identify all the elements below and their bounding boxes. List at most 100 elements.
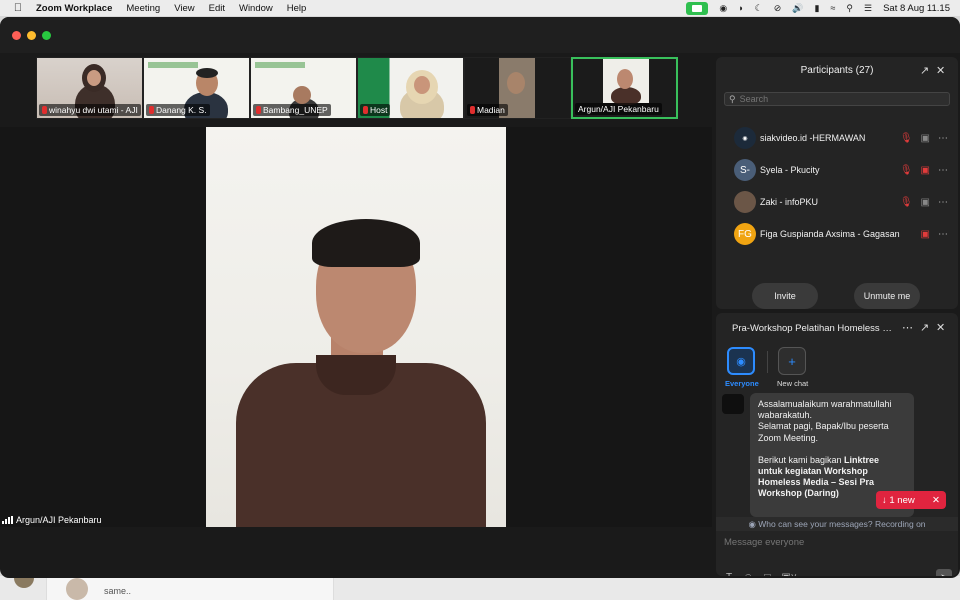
avatar: ◉: [734, 127, 756, 149]
new-messages-button[interactable]: ↓ 1 new ✕: [876, 491, 946, 509]
participant-thumbnail[interactable]: winahyu dwi utami - AJI: [36, 57, 143, 119]
participant-row[interactable]: Zaki - infoPKU 🎙 ▣ ⋯: [734, 190, 954, 214]
screenshot-icon[interactable]: ▣˅: [781, 572, 796, 576]
participant-row[interactable]: S- Syela - Pkucity 🎙 ▣ ⋯: [734, 158, 954, 182]
muted-mic-icon: [256, 106, 261, 114]
chat-message-input[interactable]: [724, 537, 944, 548]
message-visibility-note[interactable]: ◉ Who can see your messages? Recording o…: [716, 517, 958, 531]
menu-item-meeting[interactable]: Meeting: [126, 3, 160, 14]
wifi-icon[interactable]: ≈: [830, 3, 835, 13]
invite-button[interactable]: Invite: [752, 283, 818, 309]
chat-toolbar: T ☺ □ ▣˅: [726, 572, 797, 576]
more-options-icon[interactable]: ⋯: [938, 229, 948, 240]
volume-icon[interactable]: 🔊: [792, 3, 803, 14]
close-icon[interactable]: ✕: [932, 495, 940, 506]
emoji-icon[interactable]: ☺: [743, 572, 753, 576]
zoom-status-icon[interactable]: ◉: [719, 3, 727, 14]
popout-icon[interactable]: ↗: [920, 64, 929, 77]
headphones-icon[interactable]: ◗: [738, 3, 743, 13]
menu-item-help[interactable]: Help: [287, 3, 307, 14]
mic-muted-icon: 🎙: [899, 164, 913, 176]
mic-muted-icon: 🎙: [899, 132, 913, 144]
background-avatar: [66, 578, 88, 600]
camera-off-icon: ▣: [920, 228, 930, 240]
zoom-window: winahyu dwi utami - AJI Danang K. S. Bam…: [0, 17, 960, 578]
camera-in-use-icon[interactable]: [686, 1, 709, 15]
thumbnail-name: winahyu dwi utami - AJI: [39, 104, 141, 116]
info-people-icon: ◉: [748, 519, 756, 529]
popout-icon[interactable]: ↗: [920, 321, 929, 334]
minimize-window-button[interactable]: [27, 31, 36, 40]
tab-new-chat[interactable]: +: [778, 347, 806, 375]
menu-item-edit[interactable]: Edit: [209, 3, 225, 14]
speaker-video-feed: [206, 127, 506, 527]
send-icon: ➤: [940, 572, 948, 577]
background-card: [46, 576, 334, 600]
tab-everyone-label: Everyone: [725, 379, 759, 388]
thumbnail-name: Danang K. S.: [146, 104, 210, 116]
text-format-icon[interactable]: T: [726, 572, 732, 576]
fullscreen-window-button[interactable]: [42, 31, 51, 40]
more-options-icon[interactable]: ⋯: [938, 133, 948, 144]
speaker-hair: [312, 219, 420, 267]
file-icon[interactable]: □: [764, 572, 770, 576]
camera-icon: ▣: [920, 196, 930, 208]
participant-thumbnail[interactable]: Host: [357, 57, 464, 119]
tab-new-chat-label: New chat: [777, 379, 809, 388]
thumbnail-name: Host: [360, 104, 391, 116]
menu-item-view[interactable]: View: [174, 3, 194, 14]
muted-mic-icon: [470, 106, 475, 114]
participant-name: siakvideo.id -HERMAWAN: [760, 133, 866, 143]
speaker-name-label: Argun/AJI Pekanbaru: [2, 515, 102, 525]
battery-icon[interactable]: ▮: [815, 3, 820, 14]
send-button[interactable]: ➤: [936, 569, 952, 576]
participant-search-input[interactable]: [739, 94, 940, 104]
close-icon[interactable]: ✕: [936, 321, 945, 334]
control-center-icon[interactable]: ☰: [864, 3, 872, 14]
menu-item-window[interactable]: Window: [239, 3, 273, 14]
muted-mic-icon: [149, 106, 154, 114]
tab-everyone[interactable]: ◉: [727, 347, 755, 375]
title-bar: [0, 17, 960, 53]
participant-row[interactable]: ◉ siakvideo.id -HERMAWAN 🎙 ▣ ⋯: [734, 126, 954, 150]
active-speaker-video[interactable]: Argun/AJI Pekanbaru: [0, 127, 712, 527]
participant-thumbnail[interactable]: Bambang_UNEP: [250, 57, 357, 119]
chat-title: Pra-Workshop Pelatihan Homeless Me...: [732, 323, 896, 334]
slash-icon[interactable]: ⊘: [774, 3, 782, 14]
muted-mic-icon: [42, 106, 47, 114]
menu-app-name[interactable]: Zoom Workplace: [36, 3, 112, 14]
background-window: [0, 576, 960, 600]
avatar: [722, 394, 744, 414]
participant-name: Figa Guspianda Axsima - Gagasan: [760, 229, 900, 239]
participant-thumbnail-strip: winahyu dwi utami - AJI Danang K. S. Bam…: [36, 57, 678, 119]
spotlight-search-icon[interactable]: ⚲: [846, 3, 853, 14]
avatar: S-: [734, 159, 756, 181]
menu-clock[interactable]: Sat 8 Aug 11.15: [883, 3, 950, 14]
close-window-button[interactable]: [12, 31, 21, 40]
thumbnail-name: Bambang_UNEP: [253, 104, 331, 116]
more-options-icon[interactable]: ⋯: [938, 197, 948, 208]
participant-name: Syela - Pkucity: [760, 165, 820, 175]
signal-strength-icon: [2, 516, 13, 524]
participant-thumbnail[interactable]: Madian: [464, 57, 571, 119]
avatar: [734, 191, 756, 213]
participant-row[interactable]: FG Figa Guspianda Axsima - Gagasan ▣ ⋯: [734, 222, 954, 246]
background-message-preview: same..: [104, 586, 132, 596]
close-icon[interactable]: ✕: [936, 64, 945, 77]
participants-panel: Participants (27) ↗ ✕ ⚲ ◉ siakvideo.id -…: [716, 57, 958, 309]
avatar: FG: [734, 223, 756, 245]
muted-mic-icon: [363, 106, 368, 114]
moon-icon[interactable]: ☾: [755, 3, 763, 14]
participant-thumbnail[interactable]: Danang K. S.: [143, 57, 250, 119]
people-icon: ◉: [736, 355, 746, 368]
participant-search[interactable]: ⚲: [724, 92, 950, 106]
chat-panel: Pra-Workshop Pelatihan Homeless Me... ⋯ …: [716, 313, 958, 576]
more-options-icon[interactable]: ⋯: [938, 165, 948, 176]
thumbnail-name: Argun/AJI Pekanbaru: [575, 103, 662, 115]
more-options-icon[interactable]: ⋯: [902, 321, 913, 334]
apple-logo-icon[interactable]: : [10, 2, 26, 14]
tab-divider: [767, 351, 768, 373]
unmute-me-button[interactable]: Unmute me: [854, 283, 920, 309]
participant-thumbnail-active-speaker[interactable]: Argun/AJI Pekanbaru: [571, 57, 678, 119]
search-icon: ⚲: [729, 93, 736, 104]
